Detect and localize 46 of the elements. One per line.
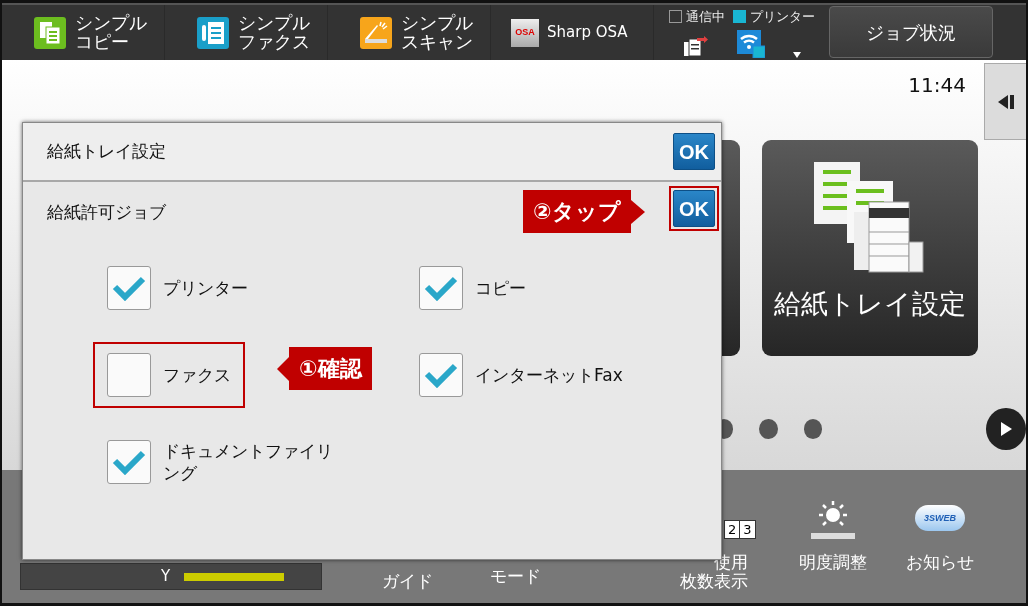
option-label: インターネットFax bbox=[475, 363, 623, 387]
counter-icon: 2 3 bbox=[724, 519, 756, 539]
section-title: 給紙許可ジョブ bbox=[47, 201, 166, 224]
option-label: ドキュメントファイリング bbox=[163, 440, 334, 485]
job-checkbox-option[interactable]: コピー bbox=[405, 255, 540, 321]
checkbox[interactable] bbox=[419, 353, 463, 397]
paper-tray-tile[interactable]: 給紙トレイ設定 bbox=[762, 140, 978, 356]
osa-logo-icon: OSA bbox=[511, 18, 539, 47]
copy-icon bbox=[34, 16, 66, 49]
job-checkbox-option[interactable]: インターネットFax bbox=[405, 342, 637, 408]
indicator-label: 通信中 bbox=[685, 8, 725, 26]
bottom-menu-item[interactable]: 明度調整 bbox=[782, 470, 884, 603]
clock-time: 11:44 bbox=[908, 72, 966, 99]
bottom-menu-item[interactable]: 3SWEB お知らせ bbox=[884, 470, 996, 603]
option-label: コピー bbox=[475, 276, 526, 300]
wifi-icon bbox=[736, 29, 765, 58]
toner-label: Y bbox=[161, 566, 171, 588]
dialog-title: 給紙トレイ設定 bbox=[47, 139, 166, 163]
next-page-button[interactable] bbox=[986, 408, 1026, 450]
brightness-icon bbox=[811, 501, 855, 540]
checkbox[interactable] bbox=[107, 353, 151, 397]
job-checkbox-option[interactable]: ドキュメントファイリング bbox=[93, 429, 353, 496]
caret-icon[interactable] bbox=[792, 51, 801, 58]
ok-button[interactable]: OK bbox=[673, 133, 715, 170]
page-dot[interactable] bbox=[803, 419, 823, 439]
printer-documents-icon bbox=[814, 162, 926, 274]
checkbox[interactable] bbox=[107, 266, 151, 310]
ok-button[interactable]: OK bbox=[673, 190, 715, 227]
job-checkbox-option[interactable]: プリンター bbox=[93, 255, 262, 321]
collapse-icon bbox=[996, 93, 1015, 110]
pointer-arrow-icon bbox=[277, 356, 289, 381]
job-checkbox-option[interactable]: ファクス bbox=[93, 342, 245, 408]
play-icon bbox=[999, 421, 1014, 437]
side-panel-tab[interactable] bbox=[984, 63, 1026, 140]
indicator-label: プリンター bbox=[749, 8, 815, 26]
option-label: ファクス bbox=[163, 363, 231, 387]
scanner-icon bbox=[360, 16, 392, 49]
checkbox[interactable] bbox=[107, 440, 151, 485]
fax-icon bbox=[197, 16, 229, 49]
cloud-icon: 3SWEB bbox=[915, 505, 965, 532]
tile-label: 給紙トレイ設定 bbox=[774, 287, 966, 321]
option-label: プリンター bbox=[163, 276, 248, 300]
job-status-button[interactable]: ジョブ状況 bbox=[829, 6, 993, 58]
pointer-arrow-icon bbox=[630, 199, 645, 224]
checkbox[interactable] bbox=[419, 266, 463, 310]
page-dot[interactable] bbox=[759, 419, 778, 439]
